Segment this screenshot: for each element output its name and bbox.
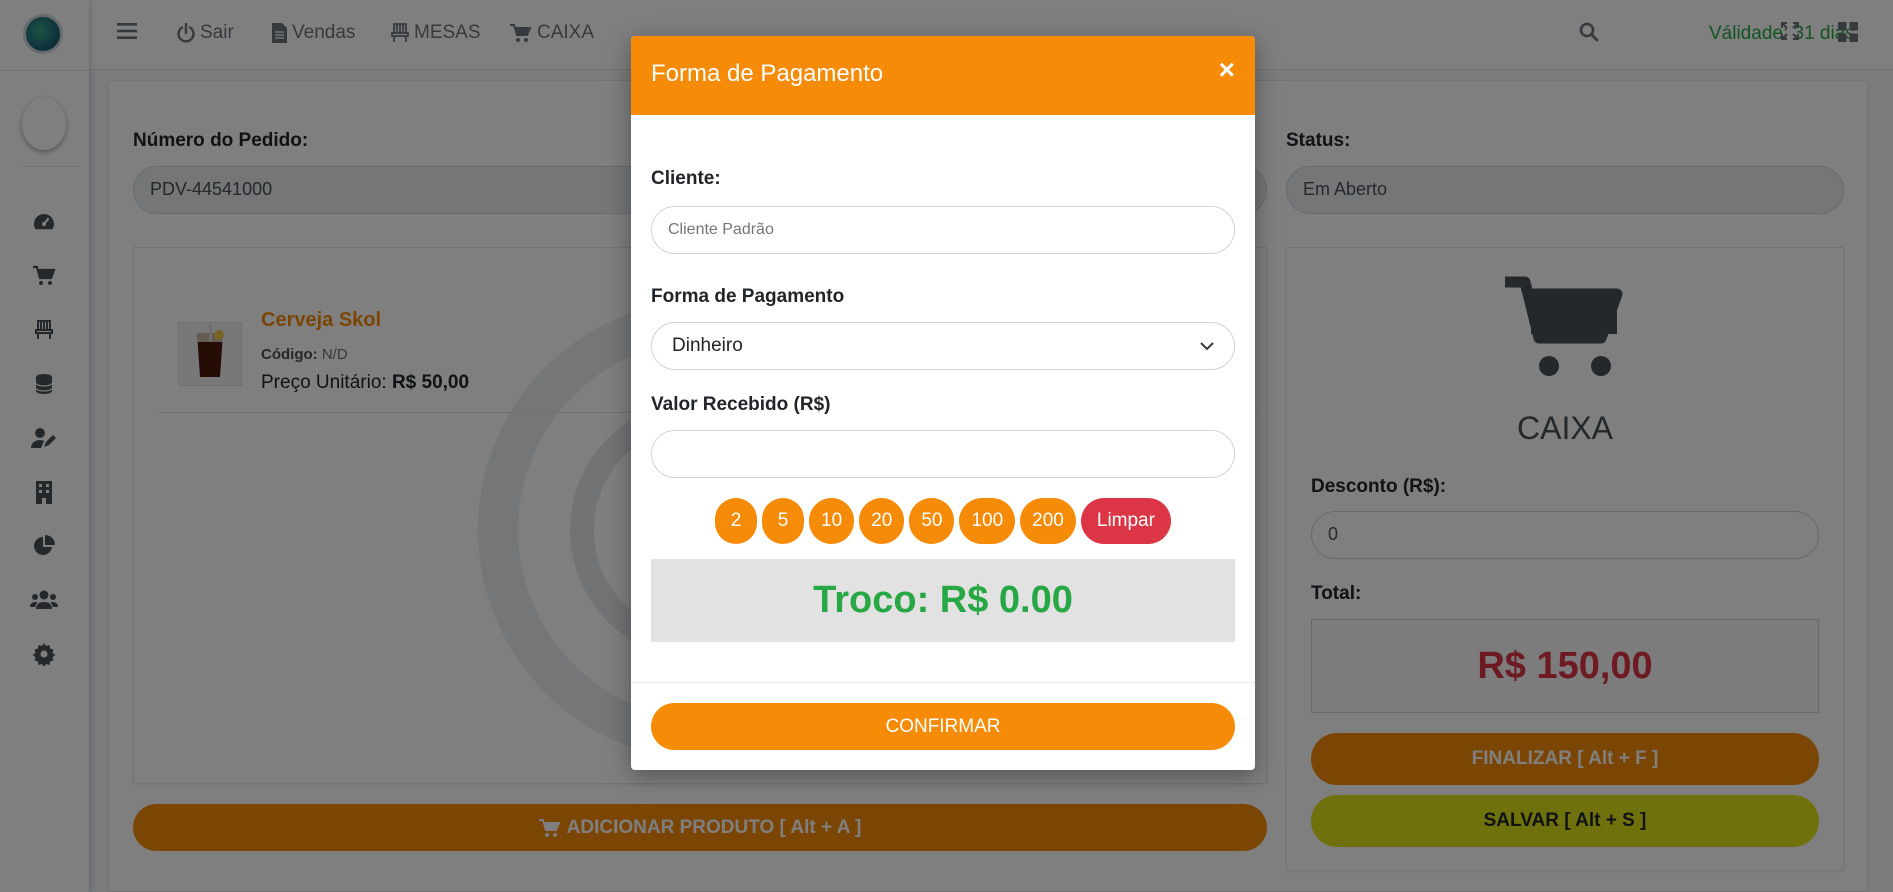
quick-value-button[interactable]: 50 [909, 498, 955, 544]
payment-method-value: Dinheiro [672, 335, 743, 356]
change-text: Troco: R$ 0.00 [813, 579, 1073, 621]
close-button[interactable]: × [1219, 56, 1235, 84]
quick-values-row: 2 5 10 20 50 100 200 Limpar [631, 498, 1255, 544]
client-label: Cliente: [651, 168, 721, 189]
received-value-input[interactable] [651, 430, 1235, 478]
payment-method-label: Forma de Pagamento [651, 286, 845, 307]
quick-value-button[interactable]: 200 [1020, 498, 1076, 544]
modal-footer-divider [631, 682, 1255, 683]
quick-value-button[interactable]: 2 [715, 498, 758, 544]
quick-value-button[interactable]: 10 [809, 498, 855, 544]
quick-value-button[interactable]: 5 [762, 498, 805, 544]
confirm-button[interactable]: CONFIRMAR [651, 703, 1235, 750]
quick-value-button[interactable]: 20 [859, 498, 905, 544]
payment-modal: Forma de Pagamento × Cliente: Forma de P… [631, 36, 1255, 770]
received-value-label: Valor Recebido (R$) [651, 394, 831, 415]
chevron-down-icon [1200, 342, 1214, 351]
clear-button[interactable]: Limpar [1080, 498, 1171, 544]
client-input[interactable] [651, 206, 1235, 254]
quick-value-button[interactable]: 100 [959, 498, 1016, 544]
modal-header: Forma de Pagamento × [631, 36, 1255, 115]
change-display: Troco: R$ 0.00 [651, 559, 1235, 642]
payment-method-select[interactable]: Dinheiro [651, 322, 1235, 370]
modal-title: Forma de Pagamento [651, 60, 884, 87]
